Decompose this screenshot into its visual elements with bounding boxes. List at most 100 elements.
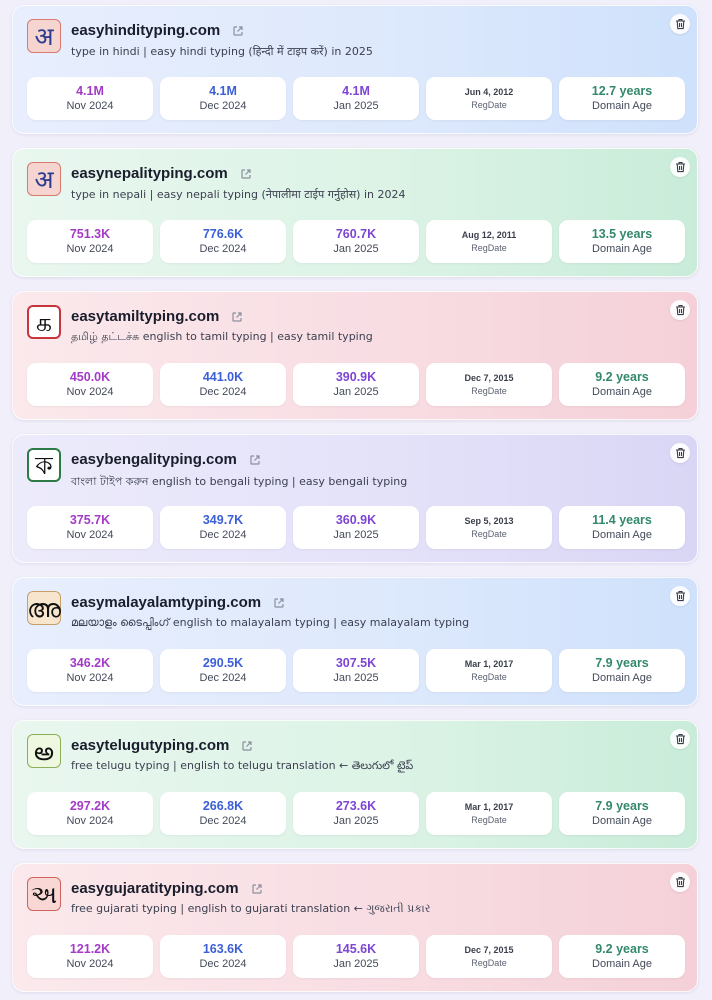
stat-value: 349.7K xyxy=(202,513,244,527)
external-link-icon[interactable] xyxy=(240,168,252,180)
external-link-icon[interactable] xyxy=(232,25,244,37)
stat-label: RegDate xyxy=(471,671,507,682)
stat-label: Nov 2024 xyxy=(66,815,114,827)
stat-value: 163.6K xyxy=(202,942,244,956)
external-link-icon[interactable] xyxy=(231,311,243,323)
stat-value: Mar 1, 2017 xyxy=(464,801,514,812)
delete-button[interactable] xyxy=(670,157,690,177)
stat-regdate: Sep 5, 2013 RegDate xyxy=(426,506,552,549)
external-link-icon[interactable] xyxy=(251,883,263,895)
stat-label: RegDate xyxy=(471,528,507,539)
stat-nov-2024: 450.0K Nov 2024 xyxy=(27,363,153,406)
site-domain-link[interactable]: easytelugutyping.com xyxy=(71,737,229,754)
site-logo: க xyxy=(27,305,61,339)
stat-label: Domain Age xyxy=(592,529,652,541)
site-description: മലയാളം ടൈപ്പിംഗ് english to malayalam ty… xyxy=(71,616,470,629)
site-card: अ easynepalityping.com type in nepali | … xyxy=(12,148,698,277)
site-logo: अ xyxy=(27,162,61,196)
site-description: বাংলা টাইপ করুন english to bengali typin… xyxy=(71,475,408,488)
stat-label: Dec 2024 xyxy=(199,243,247,255)
stat-dec-2024: 441.0K Dec 2024 xyxy=(160,363,286,406)
stat-label: Dec 2024 xyxy=(199,529,247,541)
site-description: free gujarati typing | english to gujara… xyxy=(71,902,431,915)
stats-row: 450.0K Nov 2024 441.0K Dec 2024 390.9K Jan … xyxy=(27,363,685,406)
stat-label: RegDate xyxy=(471,242,507,253)
trash-icon xyxy=(675,305,685,316)
stat-label: Dec 2024 xyxy=(199,958,247,970)
site-title-row: easymalayalamtyping.com xyxy=(71,594,285,611)
stat-label: Jan 2025 xyxy=(333,529,379,541)
external-link-icon[interactable] xyxy=(273,597,285,609)
stat-label: Dec 2024 xyxy=(199,100,247,112)
stat-label: Domain Age xyxy=(592,672,652,684)
delete-button[interactable] xyxy=(670,872,690,892)
stat-value: 7.9 years xyxy=(595,656,649,670)
external-link-icon[interactable] xyxy=(249,454,261,466)
stat-value: 7.9 years xyxy=(595,799,649,813)
stat-nov-2024: 375.7K Nov 2024 xyxy=(27,506,153,549)
stat-value: 4.1M xyxy=(209,84,237,98)
stat-nov-2024: 4.1M Nov 2024 xyxy=(27,77,153,120)
site-title-row: easygujaratityping.com xyxy=(71,880,263,897)
stat-label: Jan 2025 xyxy=(333,815,379,827)
delete-button[interactable] xyxy=(670,14,690,34)
site-card: க easytamiltyping.com தமிழ் தட்டச்சு eng… xyxy=(12,291,698,420)
stat-label: Domain Age xyxy=(592,243,652,255)
stats-row: 346.2K Nov 2024 290.5K Dec 2024 307.5K Jan … xyxy=(27,649,685,692)
site-domain-link[interactable]: easyhindityping.com xyxy=(71,22,220,39)
stat-label: Domain Age xyxy=(592,100,652,112)
stats-row: 121.2K Nov 2024 163.6K Dec 2024 145.6K Jan … xyxy=(27,935,685,978)
stat-domain-age: 9.2 years Domain Age xyxy=(559,363,685,406)
stat-label: Jan 2025 xyxy=(333,386,379,398)
stat-label: RegDate xyxy=(471,385,507,396)
stat-value: 450.0K xyxy=(69,370,111,384)
stat-value: 12.7 years xyxy=(591,84,653,98)
site-title-row: easybengalityping.com xyxy=(71,451,261,468)
site-domain-link[interactable]: easytamiltyping.com xyxy=(71,308,219,325)
stat-value: Dec 7, 2015 xyxy=(464,944,514,955)
stat-value: 307.5K xyxy=(335,656,377,670)
stat-jan-2025: 360.9K Jan 2025 xyxy=(293,506,419,549)
stat-label: Nov 2024 xyxy=(66,672,114,684)
stat-value: 121.2K xyxy=(69,942,111,956)
site-title-row: easytelugutyping.com xyxy=(71,737,253,754)
stat-value: 11.4 years xyxy=(592,513,652,527)
stat-regdate: Dec 7, 2015 RegDate xyxy=(426,935,552,978)
stat-label: Jan 2025 xyxy=(333,100,379,112)
stat-value: 441.0K xyxy=(202,370,244,384)
trash-icon xyxy=(675,734,685,745)
site-description: free telugu typing | english to telugu t… xyxy=(71,759,414,772)
stat-label: Domain Age xyxy=(592,386,652,398)
stat-dec-2024: 290.5K Dec 2024 xyxy=(160,649,286,692)
stat-label: Nov 2024 xyxy=(66,529,114,541)
site-domain-link[interactable]: easygujaratityping.com xyxy=(71,880,239,897)
stat-dec-2024: 776.6K Dec 2024 xyxy=(160,220,286,263)
stat-domain-age: 7.9 years Domain Age xyxy=(559,792,685,835)
stat-value: Dec 7, 2015 xyxy=(464,372,514,383)
site-title-row: easynepalityping.com xyxy=(71,165,252,182)
stat-domain-age: 11.4 years Domain Age xyxy=(559,506,685,549)
delete-button[interactable] xyxy=(670,729,690,749)
stat-jan-2025: 390.9K Jan 2025 xyxy=(293,363,419,406)
stat-label: Jan 2025 xyxy=(333,958,379,970)
stat-nov-2024: 346.2K Nov 2024 xyxy=(27,649,153,692)
stat-jan-2025: 760.7K Jan 2025 xyxy=(293,220,419,263)
delete-button[interactable] xyxy=(670,586,690,606)
stat-value: Sep 5, 2013 xyxy=(464,515,514,526)
stat-label: Nov 2024 xyxy=(66,386,114,398)
delete-button[interactable] xyxy=(670,300,690,320)
stat-nov-2024: 751.3K Nov 2024 xyxy=(27,220,153,263)
external-link-icon[interactable] xyxy=(241,740,253,752)
site-logo: അ xyxy=(27,591,61,625)
delete-button[interactable] xyxy=(670,443,690,463)
stat-regdate: Dec 7, 2015 RegDate xyxy=(426,363,552,406)
site-domain-link[interactable]: easynepalityping.com xyxy=(71,165,228,182)
stat-value: 266.8K xyxy=(202,799,244,813)
site-card: అ easytelugutyping.com free telugu typin… xyxy=(12,720,698,849)
stat-nov-2024: 297.2K Nov 2024 xyxy=(27,792,153,835)
stat-label: RegDate xyxy=(471,957,507,968)
site-logo: అ xyxy=(27,734,61,768)
site-domain-link[interactable]: easymalayalamtyping.com xyxy=(71,594,261,611)
site-domain-link[interactable]: easybengalityping.com xyxy=(71,451,237,468)
stat-value: 375.7K xyxy=(69,513,111,527)
